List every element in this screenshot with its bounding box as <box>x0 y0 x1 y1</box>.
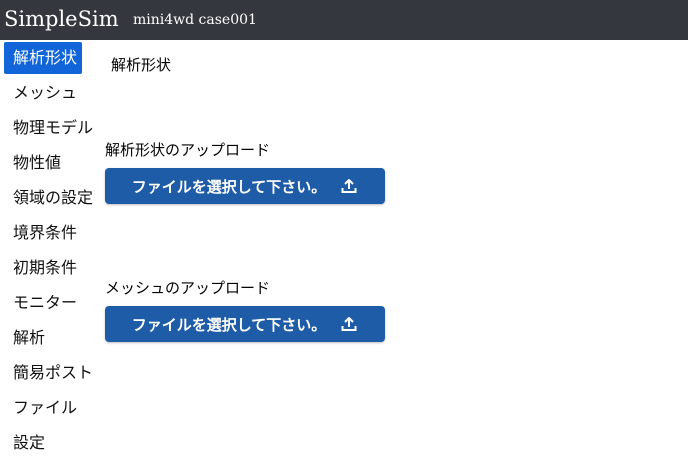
mesh-upload-button-label: ファイルを選択して下さい。 <box>131 315 327 334</box>
sidebar-item-material-properties[interactable]: 物性値 <box>4 147 67 179</box>
shape-upload-button[interactable]: ファイルを選択して下さい。 <box>105 168 385 204</box>
sidebar-item-settings[interactable]: 設定 <box>4 427 51 459</box>
shape-upload-button-label: ファイルを選択して下さい。 <box>131 177 327 196</box>
mesh-upload-button[interactable]: ファイルを選択して下さい。 <box>105 306 385 342</box>
sidebar-item-file[interactable]: ファイル <box>4 392 83 424</box>
sidebar-item-region-settings[interactable]: 領域の設定 <box>4 182 99 214</box>
app-title[interactable]: SimpleSim <box>4 5 119 33</box>
page-title: 解析形状 <box>111 56 172 74</box>
sidebar-item-physics-model[interactable]: 物理モデル <box>4 112 99 144</box>
top-bar: SimpleSim mini4wd case001 <box>0 0 688 40</box>
upload-icon <box>340 315 358 333</box>
sidebar-item-analysis-shape[interactable]: 解析形状 <box>4 42 83 74</box>
sidebar-item-solve[interactable]: 解析 <box>4 322 51 354</box>
mesh-upload-label: メッシュのアップロード <box>105 279 271 297</box>
sidebar-item-boundary-conditions[interactable]: 境界条件 <box>4 217 83 249</box>
project-name: mini4wd case001 <box>133 12 257 28</box>
upload-icon <box>340 177 358 195</box>
sidebar-item-initial-conditions[interactable]: 初期条件 <box>4 252 83 284</box>
sidebar-item-simple-post[interactable]: 簡易ポスト <box>4 357 99 389</box>
shape-upload-label: 解析形状のアップロード <box>105 141 271 159</box>
sidebar-item-monitor[interactable]: モニター <box>4 287 83 319</box>
sidebar-item-mesh[interactable]: メッシュ <box>4 77 83 109</box>
